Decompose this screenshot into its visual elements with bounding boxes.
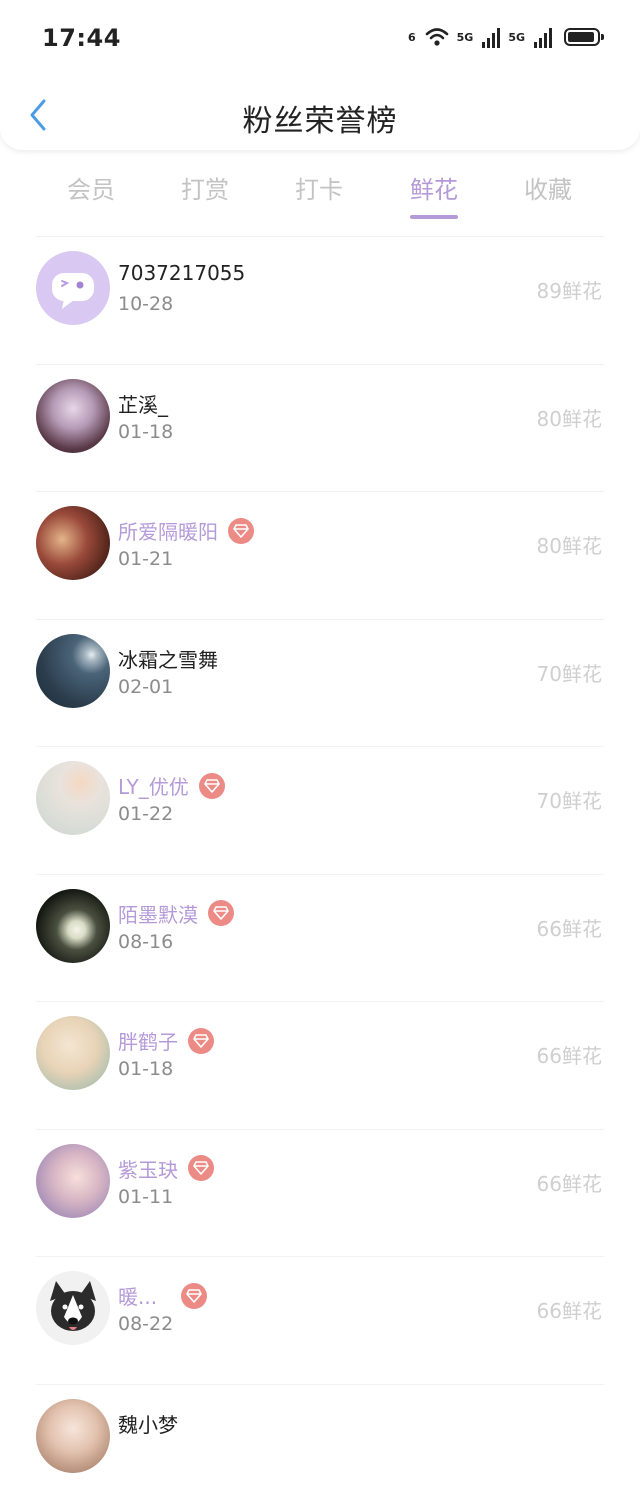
tab-favorites[interactable]: 收藏 [493,170,603,205]
avatar[interactable] [36,379,110,453]
fan-date: 01-21 [118,548,173,570]
fan-name: 冰霜之雪舞 [118,644,218,673]
wifi-label: 6 [408,31,416,44]
fan-score: 70鲜花 [537,658,602,687]
fan-score: 66鲜花 [537,913,602,942]
vip-badge [188,1155,214,1181]
fan-date: 08-22 [118,1313,173,1335]
fan-score: 89鲜花 [537,275,602,304]
name-line: LY_优优 [118,771,225,800]
fan-name: 7037217055 [118,261,245,285]
signal2-label: 5G [508,31,525,44]
fan-date: 01-18 [118,421,173,443]
fan-name: LY_优优 [118,771,189,800]
fan-date: 01-18 [118,1058,173,1080]
list-item[interactable]: 陌墨默漠 08-16 66鲜花 [36,874,604,1002]
fan-score: 70鲜花 [537,785,602,814]
list-item[interactable]: 暖... 08-22 66鲜花 [36,1256,604,1384]
avatar[interactable] [36,251,110,325]
fan-name: 陌墨默漠 [118,899,198,928]
avatar[interactable] [36,506,110,580]
fan-name: 魏小梦 [118,1409,178,1438]
name-line: 魏小梦 [118,1409,178,1438]
avatar[interactable] [36,889,110,963]
avatar[interactable] [36,1271,110,1345]
name-line: 紫玉玦 [118,1154,214,1183]
list-item[interactable]: 冰霜之雪舞 02-01 70鲜花 [36,619,604,747]
active-tab-indicator [410,215,458,219]
list-item[interactable]: 胖鹤子 01-18 66鲜花 [36,1001,604,1129]
diamond-icon [204,779,220,793]
signal-bars-icon [482,26,500,48]
tab-bar: 会员 打赏 打卡 鲜花 收藏 [0,160,640,220]
fan-name: 芷溪_ [118,389,168,418]
status-time: 17:44 [42,24,121,52]
vip-badge [208,900,234,926]
tab-label: 会员 [67,176,115,204]
list-item[interactable]: 紫玉玦 01-11 66鲜花 [36,1129,604,1257]
header: 17:44 6 5G 5G 粉丝荣誉榜 [0,0,640,150]
diamond-icon [186,1289,202,1303]
fan-score: 66鲜花 [537,1168,602,1197]
tab-member[interactable]: 会员 [36,170,146,205]
list-item[interactable]: LY_优优 01-22 70鲜花 [36,746,604,874]
fan-date: 02-01 [118,676,173,698]
diamond-icon [193,1034,209,1048]
diamond-icon [233,524,249,538]
avatar[interactable] [36,1144,110,1218]
tab-reward[interactable]: 打赏 [150,170,260,205]
battery-icon [564,28,600,46]
status-bar: 17:44 6 5G 5G [0,0,640,78]
tab-checkin[interactable]: 打卡 [264,170,374,205]
fan-score: 66鲜花 [537,1040,602,1069]
fan-score: 80鲜花 [537,403,602,432]
wifi-icon [425,27,449,47]
name-line: 陌墨默漠 [118,899,234,928]
tab-label: 收藏 [524,176,572,204]
name-line: 暖... [118,1281,207,1310]
fan-name: 紫玉玦 [118,1154,178,1183]
avatar[interactable] [36,761,110,835]
vip-badge [199,773,225,799]
chat-bubble-icon [36,251,110,325]
fan-name: 暖... [118,1281,157,1310]
fan-list: 7037217055 10-28 89鲜花 芷溪_ 01-18 80鲜花 所爱隔… [0,236,640,1511]
tab-label: 鲜花 [410,176,458,204]
diamond-icon [193,1161,209,1175]
avatar[interactable] [36,1016,110,1090]
fan-date: 01-11 [118,1186,173,1208]
list-item[interactable]: 魏小梦 [36,1384,604,1511]
signal1-label: 5G [457,31,474,44]
fan-date: 10-28 [118,293,173,315]
husky-dog-icon [36,1271,110,1345]
vip-badge [181,1283,207,1309]
list-item[interactable]: 所爱隔暖阳 01-21 80鲜花 [36,491,604,619]
name-line: 芷溪_ [118,389,168,418]
fan-date: 01-22 [118,803,173,825]
vip-badge [188,1028,214,1054]
avatar[interactable] [36,634,110,708]
nav-bar: 粉丝荣誉榜 [0,82,640,150]
signal-bars-icon [534,26,552,48]
name-line: 冰霜之雪舞 [118,644,218,673]
tab-flowers[interactable]: 鲜花 [379,170,489,219]
list-item[interactable]: 7037217055 10-28 89鲜花 [36,236,604,364]
tab-label: 打赏 [181,176,229,204]
tab-label: 打卡 [295,176,343,204]
status-icons: 6 5G 5G [408,22,600,52]
vip-badge [228,518,254,544]
fan-score: 80鲜花 [537,530,602,559]
fan-date: 08-16 [118,931,173,953]
fan-name: 所爱隔暖阳 [118,516,218,545]
list-item[interactable]: 芷溪_ 01-18 80鲜花 [36,364,604,492]
fan-score: 66鲜花 [537,1295,602,1324]
name-line: 7037217055 [118,261,245,285]
fan-name: 胖鹤子 [118,1026,178,1055]
name-line: 所爱隔暖阳 [118,516,254,545]
name-line: 胖鹤子 [118,1026,214,1055]
avatar[interactable] [36,1399,110,1473]
diamond-icon [213,906,229,920]
page-title: 粉丝荣誉榜 [0,96,640,140]
